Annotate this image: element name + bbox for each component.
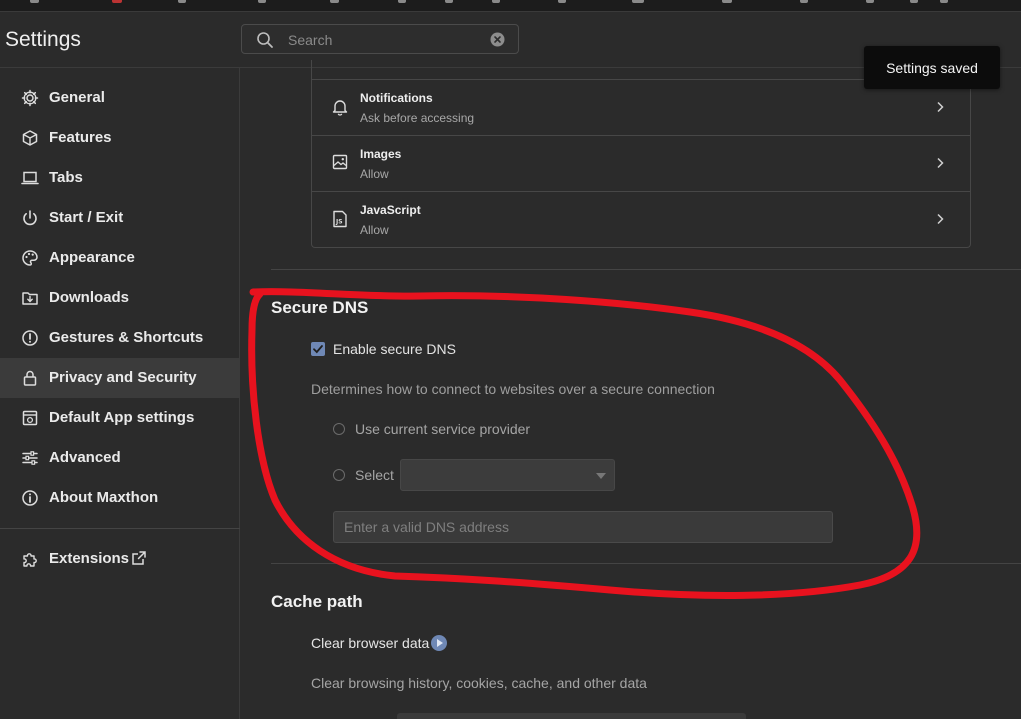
sidebar-item-tabs[interactable]: Tabs [0,158,240,198]
sidebar-item-label: Advanced [49,449,121,466]
laptop-icon [21,169,39,187]
permission-title: Notifications [360,91,433,105]
search-icon [256,31,274,54]
permission-row-images[interactable]: Images Allow [312,135,970,192]
sidebar-item-features[interactable]: Features [0,118,240,158]
sidebar: General Features Tabs Start / Exit Appea… [0,68,240,719]
page-title: Settings [5,28,81,51]
clear-browser-data-description: Clear browsing history, cookies, cache, … [311,675,647,691]
select-provider-label[interactable]: Select [355,467,394,483]
browser-top-strip [0,0,1021,12]
external-link-icon [131,550,147,571]
permission-value: Allow [360,223,389,237]
section-divider [271,269,1021,270]
sidebar-item-label: Gestures & Shortcuts [49,329,204,346]
gesture-icon [21,329,39,347]
sidebar-item-advanced[interactable]: Advanced [0,438,240,478]
sidebar-item-label: Privacy and Security [49,369,197,386]
chevron-down-icon [596,473,606,479]
dns-address-input[interactable] [333,511,833,543]
secure-dns-description: Determines how to connect to websites ov… [311,381,715,397]
svg-text:JS: JS [335,219,343,226]
gear-icon [21,89,39,107]
cube-icon [21,129,39,147]
clear-browser-data-link[interactable]: Clear browser data [311,635,429,651]
sidebar-item-general[interactable]: General [0,78,240,118]
dns-provider-select[interactable] [400,459,615,491]
toast-text: Settings saved [886,60,978,76]
sidebar-item-about-maxthon[interactable]: About Maxthon [0,478,240,518]
sidebar-item-label: Features [49,129,112,146]
permission-row-javascript[interactable]: JS JavaScript Allow [312,191,970,248]
image-icon [332,154,348,175]
sidebar-item-label: Appearance [49,249,135,266]
cache-path-title: Cache path [271,592,363,611]
puzzle-icon [21,550,39,568]
settings-saved-toast: Settings saved [864,46,1000,89]
sidebar-item-label: Downloads [49,289,130,306]
permission-value: Ask before accessing [360,111,475,125]
sidebar-item-label: General [49,89,105,106]
chevron-right-icon [936,156,944,174]
palette-icon [21,249,39,267]
checkmark-icon [313,345,323,354]
use-current-provider-label[interactable]: Use current service provider [355,421,530,437]
sidebar-item-appearance[interactable]: Appearance [0,238,240,278]
sidebar-item-gestures-shortcuts[interactable]: Gestures & Shortcuts [0,318,240,358]
select-provider-radio[interactable] [333,469,345,481]
sliders-icon [21,449,39,467]
download-folder-icon [21,289,39,307]
sidebar-item-downloads[interactable]: Downloads [0,278,240,318]
sidebar-divider [0,528,240,529]
enable-secure-dns-label[interactable]: Enable secure DNS [333,341,456,357]
sidebar-item-privacy-security[interactable]: Privacy and Security [0,358,240,398]
app-window-icon [21,409,39,427]
clear-search-icon[interactable] [490,32,505,52]
sidebar-item-label: Default App settings [49,409,195,426]
sidebar-item-start-exit[interactable]: Start / Exit [0,198,240,238]
sidebar-item-label: Extensions [49,550,130,567]
arrow-right-circle-icon[interactable] [431,635,447,651]
chevron-right-icon [936,212,944,230]
js-file-icon: JS [332,210,348,233]
sidebar-item-default-app-settings[interactable]: Default App settings [0,398,240,438]
sidebar-item-label: Start / Exit [49,209,124,226]
secure-dns-title: Secure DNS [271,298,369,317]
sidebar-item-label: Tabs [49,169,83,186]
cache-path-field[interactable] [397,713,746,719]
sidebar-item-label: About Maxthon [49,489,159,506]
search-input[interactable] [286,25,490,55]
chevron-right-icon [936,100,944,118]
enable-secure-dns-checkbox[interactable] [311,342,325,356]
bell-icon [332,98,348,121]
lock-icon [21,369,39,387]
info-icon [21,489,39,507]
search-box[interactable] [241,24,519,55]
permission-value: Allow [360,167,389,181]
power-icon [21,209,39,227]
permission-title: Images [360,147,402,161]
sidebar-item-extensions[interactable]: Extensions [0,539,240,579]
use-current-provider-radio[interactable] [333,423,345,435]
section-divider [271,563,1021,564]
permission-title: JavaScript [360,203,421,217]
